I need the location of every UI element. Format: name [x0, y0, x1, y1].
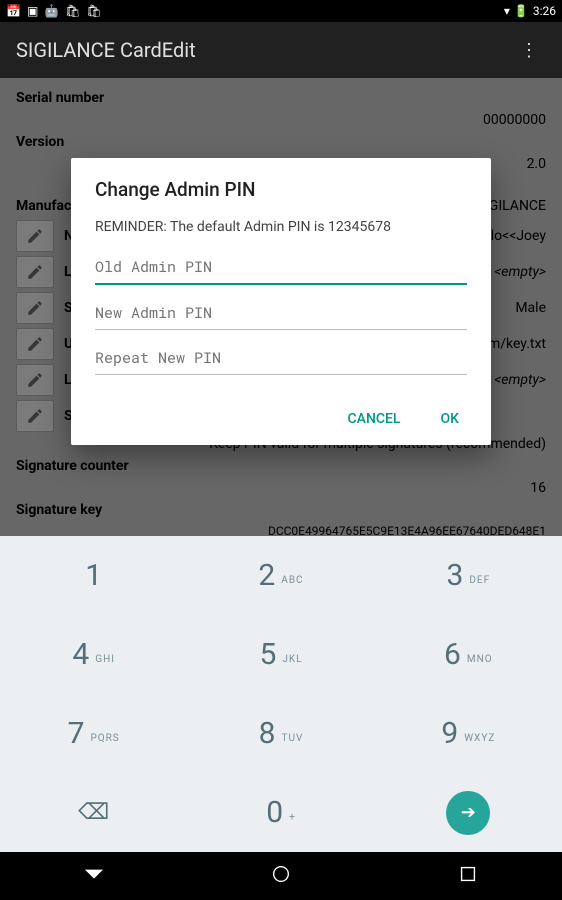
home-button[interactable] [270, 863, 292, 889]
bag-check-icon: 🛍 [86, 4, 101, 18]
chevron-right-icon: ➔ [446, 791, 490, 835]
overflow-menu-icon[interactable]: ⋮ [512, 32, 546, 69]
dialog-reminder: REMINDER: The default Admin PIN is 12345… [95, 219, 467, 235]
backspace-icon: ⌫ [78, 800, 109, 825]
app-title: SIGILANCE CardEdit [16, 38, 196, 62]
key-2[interactable]: 2ABC [187, 536, 374, 615]
ok-button[interactable]: OK [433, 403, 468, 435]
key-4[interactable]: 4GHI [0, 615, 187, 694]
calendar-icon: 📅 [6, 4, 21, 18]
repeat-new-pin-input[interactable] [95, 342, 467, 375]
bag-icon: 🛍 [65, 4, 80, 18]
change-admin-pin-dialog: Change Admin PIN REMINDER: The default A… [71, 158, 491, 445]
triangle-down-icon [83, 863, 105, 885]
key-8[interactable]: 8TUV [187, 694, 374, 773]
recent-apps-button[interactable] [457, 863, 479, 889]
key-7[interactable]: 7PQRS [0, 694, 187, 773]
key-backspace[interactable]: ⌫ [0, 773, 187, 852]
numeric-keyboard: 1 2ABC 3DEF 4GHI 5JKL 6MNO 7PQRS 8TUV 9W… [0, 536, 562, 852]
wifi-icon: ▾ [504, 4, 510, 18]
back-button[interactable] [83, 863, 105, 889]
android-nav-bar [0, 852, 562, 900]
apps-icon: ▣ [27, 4, 38, 18]
key-6[interactable]: 6MNO [375, 615, 562, 694]
square-icon [457, 863, 479, 885]
dialog-title: Change Admin PIN [95, 178, 467, 201]
key-9[interactable]: 9WXYZ [375, 694, 562, 773]
battery-icon: 🔋 [514, 4, 529, 18]
new-admin-pin-input[interactable] [95, 297, 467, 330]
key-0[interactable]: 0+ [187, 773, 374, 852]
old-admin-pin-input[interactable] [95, 251, 467, 285]
cancel-button[interactable]: CANCEL [340, 403, 409, 435]
status-bar: 📅 ▣ 🤖 🛍 🛍 ▾ 🔋 3:26 [0, 0, 562, 22]
key-5[interactable]: 5JKL [187, 615, 374, 694]
app-bar: SIGILANCE CardEdit ⋮ [0, 22, 562, 78]
status-time: 3:26 [533, 4, 556, 18]
android-icon: 🤖 [44, 4, 59, 18]
circle-icon [270, 863, 292, 885]
key-1[interactable]: 1 [0, 536, 187, 615]
key-3[interactable]: 3DEF [375, 536, 562, 615]
key-enter[interactable]: ➔ [375, 773, 562, 852]
